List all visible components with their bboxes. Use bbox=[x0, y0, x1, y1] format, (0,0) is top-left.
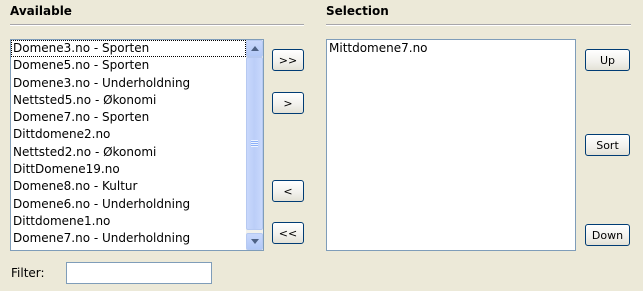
available-list-item[interactable]: Domene7.no - Sporten bbox=[11, 109, 246, 126]
available-list-item[interactable]: Nettsted2.no - Økonomi bbox=[11, 144, 246, 161]
move-down-button[interactable]: Down bbox=[585, 224, 630, 246]
selection-list-item[interactable]: Mittdomene7.no bbox=[327, 40, 575, 57]
available-title: Available bbox=[10, 4, 72, 18]
sort-button[interactable]: Sort bbox=[585, 134, 630, 156]
available-listbox[interactable]: Domene3.no - Sporten Domene5.no - Sporten… bbox=[10, 39, 264, 251]
available-list-item[interactable]: Domene3.no - Underholdning bbox=[11, 75, 246, 92]
scroll-down-button[interactable] bbox=[246, 233, 263, 250]
scroll-grip-icon bbox=[251, 140, 258, 147]
selection-title: Selection bbox=[326, 4, 389, 18]
available-list-item[interactable]: Domene8.no - Kultur bbox=[11, 178, 246, 195]
scroll-thumb[interactable] bbox=[246, 57, 263, 230]
add-button[interactable]: > bbox=[272, 92, 304, 114]
available-list-item[interactable]: Nettsted5.no - Økonomi bbox=[11, 92, 246, 109]
available-list-item[interactable]: Dittdomene1.no bbox=[11, 213, 246, 230]
available-list-item[interactable]: Domene6.no - Underholdning bbox=[11, 196, 246, 213]
available-list-item[interactable]: Domene5.no - Sporten bbox=[11, 57, 246, 74]
selection-list-items: Mittdomene7.no bbox=[327, 40, 575, 57]
available-list-item[interactable]: Dittdomene2.no bbox=[11, 126, 246, 143]
filter-label: Filter: bbox=[11, 266, 45, 280]
available-list-items: Domene3.no - Sporten Domene5.no - Sporten… bbox=[11, 40, 246, 248]
add-all-button[interactable]: >> bbox=[272, 49, 304, 71]
selection-listbox[interactable]: Mittdomene7.no bbox=[326, 39, 576, 251]
remove-all-button[interactable]: << bbox=[272, 222, 304, 244]
available-list-item[interactable]: Domene7.no - Underholdning bbox=[11, 230, 246, 247]
available-list-item[interactable]: Domene3.no - Sporten bbox=[11, 40, 246, 58]
available-divider bbox=[10, 24, 304, 26]
remove-button[interactable]: < bbox=[272, 180, 304, 202]
scroll-up-icon bbox=[250, 46, 259, 51]
available-scrollbar[interactable] bbox=[246, 40, 263, 250]
available-list-item[interactable]: DittDomene19.no bbox=[11, 161, 246, 178]
scroll-down-icon bbox=[250, 239, 259, 244]
scroll-up-button[interactable] bbox=[246, 40, 263, 57]
filter-input[interactable] bbox=[66, 262, 212, 284]
selection-divider bbox=[326, 24, 631, 26]
move-up-button[interactable]: Up bbox=[585, 49, 630, 71]
